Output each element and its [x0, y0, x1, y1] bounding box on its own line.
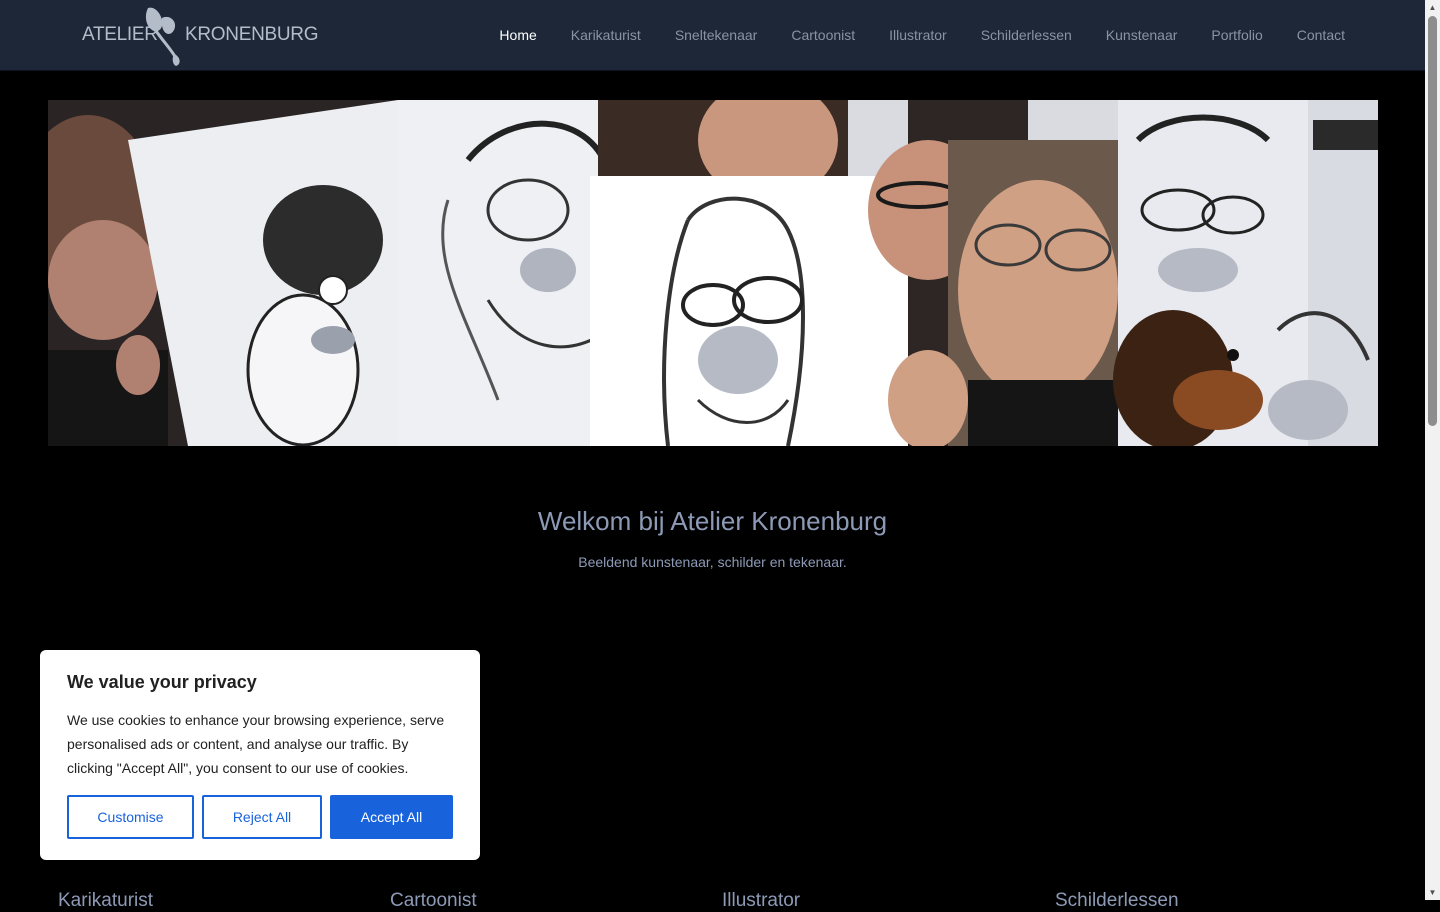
section-heading-illustrator: Illustrator — [722, 890, 801, 911]
section-heading-cartoonist: Cartoonist — [390, 890, 477, 911]
scroll-up-arrow-icon[interactable]: ▲ — [1425, 0, 1440, 15]
nav-item-contact[interactable]: Contact — [1297, 27, 1345, 43]
main-navigation: Home Karikaturist Sneltekenaar Cartoonis… — [465, 0, 1345, 70]
hero-caricature-collage-image — [48, 100, 1378, 446]
nav-item-schilderlessen[interactable]: Schilderlessen — [981, 27, 1072, 43]
site-logo[interactable]: ATELIER KRONENBURG — [82, 4, 318, 66]
accept-all-button[interactable]: Accept All — [330, 795, 453, 839]
cookie-dialog-text: We use cookies to enhance your browsing … — [67, 712, 445, 776]
welcome-title: Welkom bij Atelier Kronenburg — [537, 506, 888, 536]
section-heading-karikaturist: Karikaturist — [58, 890, 154, 911]
scroll-down-arrow-icon[interactable]: ▼ — [1425, 885, 1440, 900]
nav-item-home[interactable]: Home — [499, 27, 536, 43]
customise-button[interactable]: Customise — [67, 795, 194, 839]
nav-item-portfolio[interactable]: Portfolio — [1211, 27, 1262, 43]
nav-item-kunstenaar[interactable]: Kunstenaar — [1106, 27, 1178, 43]
page-scrollbar[interactable]: ▲ ▼ — [1425, 0, 1440, 900]
nav-item-sneltekenaar[interactable]: Sneltekenaar — [675, 27, 758, 43]
nav-item-karikaturist[interactable]: Karikaturist — [571, 27, 641, 43]
section-heading-schilderlessen: Schilderlessen — [1055, 890, 1179, 911]
nav-item-illustrator[interactable]: Illustrator — [889, 27, 947, 43]
scrollbar-thumb[interactable] — [1428, 16, 1437, 426]
nav-item-cartoonist[interactable]: Cartoonist — [791, 27, 855, 43]
cookie-dialog-title: We value your privacy — [67, 672, 257, 692]
cookie-consent-dialog: We value your privacy We use cookies to … — [40, 650, 480, 860]
welcome-subtitle: Beeldend kunstenaar, schilder en tekenaa… — [578, 554, 847, 570]
site-header: ATELIER KRONENBURG Home Karikaturist Sne… — [0, 0, 1425, 71]
logo-text-kronenburg: KRONENBURG — [185, 24, 319, 45]
reject-all-button[interactable]: Reject All — [202, 795, 322, 839]
